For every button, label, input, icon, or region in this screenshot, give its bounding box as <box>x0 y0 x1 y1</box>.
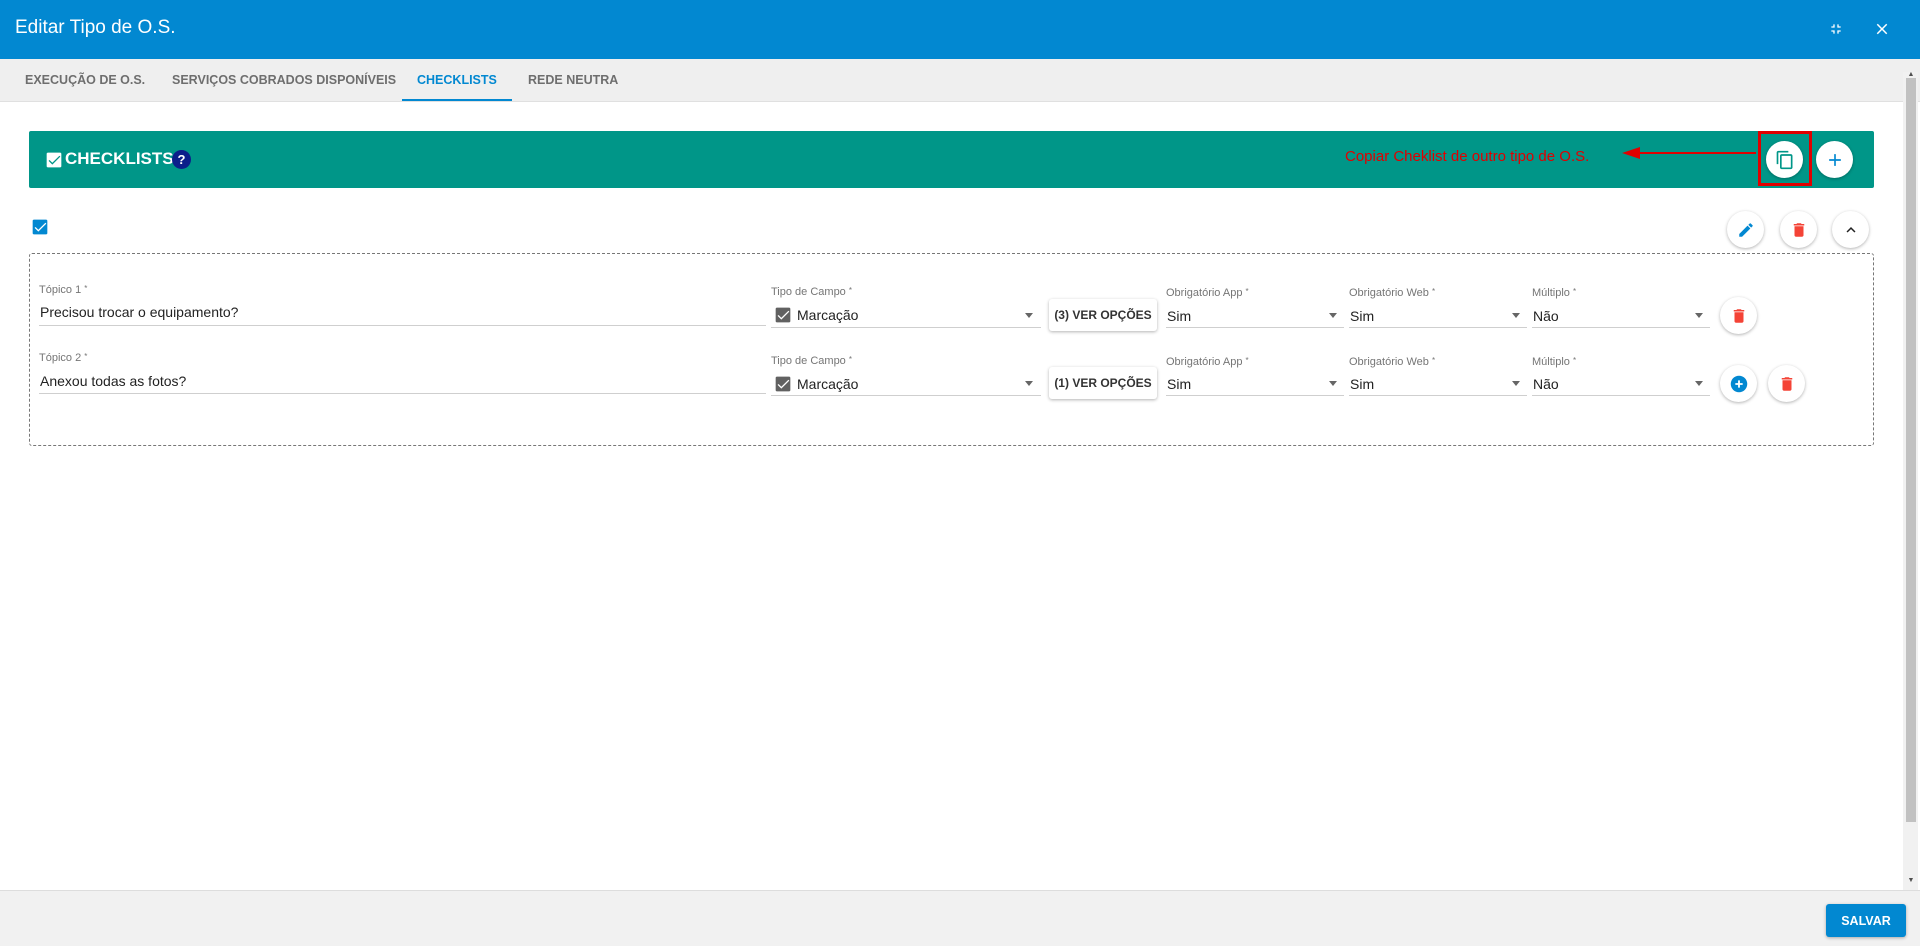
required-web-underline <box>1349 327 1527 328</box>
topic-input[interactable]: Precisou trocar o equipamento? <box>40 304 760 320</box>
field-type-underline <box>771 327 1041 328</box>
topic-underline <box>39 325 766 326</box>
close-icon[interactable] <box>1869 16 1895 42</box>
topic-input[interactable]: Anexou todas as fotos? <box>40 373 760 389</box>
dialog-footer: SALVAR <box>0 890 1920 946</box>
delete-topic-button[interactable] <box>1768 365 1805 402</box>
trash-icon <box>1733 308 1744 323</box>
add-circle-icon <box>1730 375 1747 392</box>
required-web-underline <box>1349 395 1527 396</box>
field-type-select[interactable]: Marcação <box>797 376 858 392</box>
multiple-select[interactable]: Não <box>1533 308 1559 324</box>
multiple-select[interactable]: Não <box>1533 376 1559 392</box>
select-checklist-checkbox[interactable] <box>32 219 48 235</box>
multiple-label: Múltiplo * <box>1532 356 1577 368</box>
collapse-checklist-button[interactable] <box>1832 211 1869 248</box>
tab-rede-neutra[interactable]: REDE NEUTRA <box>528 59 618 102</box>
required-app-select[interactable]: Sim <box>1167 376 1191 392</box>
window-title: Editar Tipo de O.S. <box>15 17 176 38</box>
checklists-title: CHECKLISTS <box>65 149 174 168</box>
chevron-up-icon <box>1846 226 1855 233</box>
chevron-down-icon <box>1512 381 1520 386</box>
multiple-label: Múltiplo * <box>1532 287 1577 299</box>
help-icon[interactable]: ? <box>172 150 191 169</box>
tab-servicos[interactable]: SERVIÇOS COBRADOS DISPONÍVEIS <box>172 59 396 102</box>
tab-execucao[interactable]: EXECUÇÃO DE O.S. <box>25 59 145 102</box>
checkbox-icon <box>775 376 791 392</box>
edit-icon <box>1738 222 1753 237</box>
checkbox-icon <box>775 307 791 323</box>
multiple-underline <box>1532 327 1710 328</box>
required-app-label: Obrigatório App * <box>1166 287 1249 299</box>
topic-label: Tópico 1 * <box>39 284 88 296</box>
topic-underline <box>39 393 766 394</box>
trash-icon <box>1793 222 1804 237</box>
add-checklist-button[interactable] <box>1816 141 1853 178</box>
scrollbar-thumb[interactable] <box>1906 78 1916 822</box>
vertical-scrollbar[interactable]: ▲ ▼ <box>1903 71 1918 890</box>
required-web-select[interactable]: Sim <box>1350 376 1374 392</box>
delete-topic-button[interactable] <box>1720 297 1757 334</box>
chevron-down-icon <box>1695 313 1703 318</box>
annotation-text: Copiar Cheklist de outro tipo de O.S. <box>1345 148 1590 165</box>
chevron-down-icon <box>1025 381 1033 386</box>
chevron-down-icon <box>1329 381 1337 386</box>
field-type-label: Tipo de Campo * <box>771 355 852 367</box>
view-options-button[interactable]: (1) VER OPÇÕES <box>1049 367 1157 399</box>
field-type-underline <box>771 395 1041 396</box>
required-app-select[interactable]: Sim <box>1167 308 1191 324</box>
checklists-header: CHECKLISTS ? <box>29 131 1874 188</box>
checklist-panel <box>29 253 1874 446</box>
copy-icon <box>1776 150 1792 169</box>
chevron-down-icon <box>1695 381 1703 386</box>
checkbox-icon <box>46 152 62 168</box>
required-web-label: Obrigatório Web * <box>1349 287 1436 299</box>
tab-checklists[interactable]: CHECKLISTS <box>402 59 512 102</box>
copy-checklist-button[interactable] <box>1766 141 1803 178</box>
scroll-down-icon[interactable]: ▼ <box>1906 876 1916 886</box>
required-web-label: Obrigatório Web * <box>1349 356 1436 368</box>
minimize-icon[interactable] <box>1823 16 1849 42</box>
chevron-down-icon <box>1329 313 1337 318</box>
required-web-select[interactable]: Sim <box>1350 308 1374 324</box>
multiple-underline <box>1532 395 1710 396</box>
required-app-underline <box>1166 395 1344 396</box>
field-type-select[interactable]: Marcação <box>797 307 858 323</box>
trash-icon <box>1781 376 1792 391</box>
field-type-label: Tipo de Campo * <box>771 286 852 298</box>
edit-dialog: Editar Tipo de O.S. EXECUÇÃO DE O.S. SER… <box>0 0 1920 946</box>
annotation-arrow-icon <box>1622 147 1756 159</box>
edit-checklist-button[interactable] <box>1727 211 1764 248</box>
required-app-label: Obrigatório App * <box>1166 356 1249 368</box>
required-app-underline <box>1166 327 1344 328</box>
tab-bar: EXECUÇÃO DE O.S. SERVIÇOS COBRADOS DISPO… <box>0 59 1920 102</box>
topic-label: Tópico 2 * <box>39 352 88 364</box>
view-options-button[interactable]: (3) VER OPÇÕES <box>1049 299 1157 331</box>
add-topic-button[interactable] <box>1720 365 1757 402</box>
save-button[interactable]: SALVAR <box>1826 904 1906 937</box>
chevron-down-icon <box>1025 313 1033 318</box>
delete-checklist-button[interactable] <box>1780 211 1817 248</box>
plus-icon <box>1828 153 1841 166</box>
chevron-down-icon <box>1512 313 1520 318</box>
title-bar: Editar Tipo de O.S. <box>0 0 1920 59</box>
